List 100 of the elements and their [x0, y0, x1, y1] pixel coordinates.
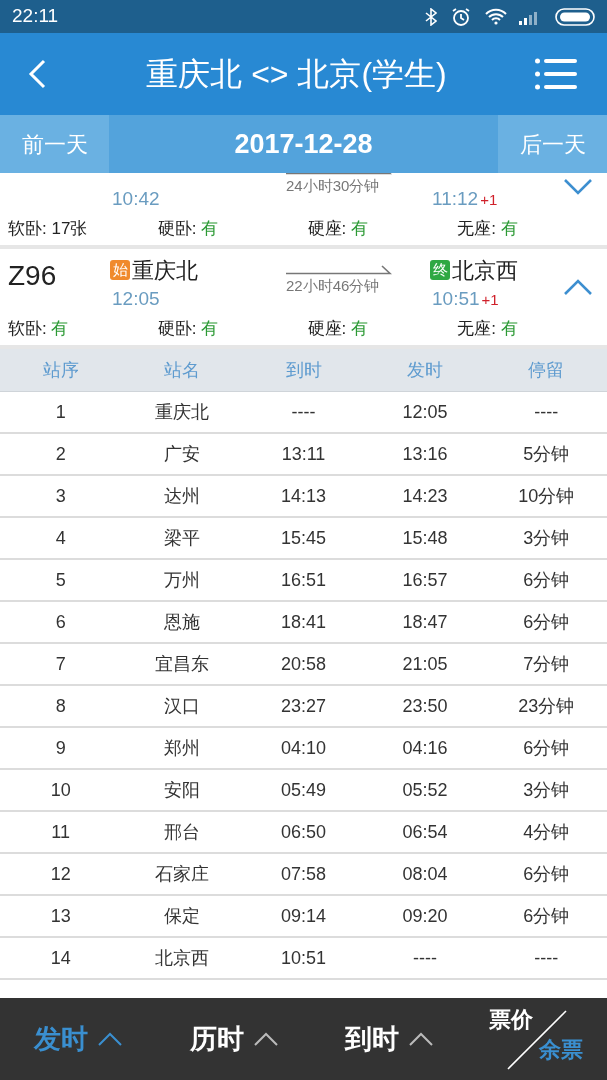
table-cell-text: 13:11	[281, 442, 326, 466]
seat-availability: 硬卧: 有	[157, 318, 220, 341]
table-cell-text: 11	[51, 820, 71, 844]
train-number: Z96	[8, 260, 57, 291]
seat-availability: 硬座: 有	[307, 318, 369, 341]
table-cell-text: 2	[55, 442, 66, 466]
station-name: 北京西	[452, 256, 518, 285]
departure-time: 12:05	[111, 287, 160, 311]
seat-availability: 软卧: 有	[8, 318, 70, 341]
table-cell-text: 3分钟	[523, 778, 570, 802]
day-offset: +1	[481, 290, 499, 310]
table-cell-text: 6分钟	[523, 568, 570, 592]
table-cell-text: 北京西	[155, 946, 210, 970]
table-cell-text: 09:20	[402, 904, 448, 928]
page-title: 重庆北 <> 北京(学生)	[145, 55, 448, 94]
table-cell-text: 10:51	[281, 946, 327, 970]
seat-availability: 无座: 有	[457, 218, 519, 241]
table-cell-text: 04:16	[402, 736, 448, 760]
seat-availability: 无座: 有	[457, 318, 519, 341]
table-cell-text: 21:05	[402, 652, 448, 676]
sort-option[interactable]: 余票	[539, 1036, 583, 1064]
table-cell-text: 16:51	[281, 568, 327, 592]
departure-time: 10:42	[111, 187, 160, 211]
chevron-up-icon	[253, 1032, 278, 1046]
table-cell-text: 09:14	[281, 904, 327, 928]
table-cell-text: 梁平	[164, 526, 201, 550]
table-cell-text: 14:23	[402, 484, 448, 508]
table-cell-text: 12:05	[402, 400, 448, 424]
travel-duration: 22小时46分钟	[286, 276, 380, 296]
table-cell-text: 06:50	[281, 820, 327, 844]
column-header: 停留	[528, 358, 565, 382]
table-cell-text: ----	[534, 400, 559, 424]
battery-icon	[555, 7, 595, 26]
column-header: 站序	[42, 358, 79, 382]
station-name: 重庆北	[132, 256, 198, 285]
table-cell-text: 8	[55, 694, 66, 718]
table-cell-text: 3分钟	[523, 526, 570, 550]
table-cell-text: 06:54	[402, 820, 448, 844]
table-cell-text: 6分钟	[523, 736, 570, 760]
table-cell-text: 04:10	[281, 736, 327, 760]
table-cell-text: 万州	[164, 568, 201, 592]
chevron-up-icon	[409, 1032, 434, 1046]
column-header: 到时	[285, 358, 322, 382]
table-cell-text: ----	[291, 400, 316, 424]
table-cell-text: 重庆北	[155, 400, 210, 424]
table-cell-text: 08:04	[402, 862, 448, 886]
status-time: 22:11	[12, 4, 59, 29]
arrival-time: 10:51	[432, 287, 480, 311]
table-cell-text: 4	[55, 526, 66, 550]
table-cell-text: 安阳	[164, 778, 201, 802]
back-icon	[28, 59, 46, 89]
sort-tab[interactable]: 发时	[0, 998, 156, 1080]
column-header: 站名	[164, 358, 201, 382]
table-cell-text: 12	[50, 862, 71, 886]
table-cell-text: 10分钟	[518, 484, 575, 508]
alarm-icon	[451, 6, 471, 27]
chevron-up-icon[interactable]	[564, 279, 592, 295]
origin-tag: 始	[110, 260, 130, 280]
table-cell-text: 23:27	[281, 694, 327, 718]
table-cell-text: 3	[55, 484, 66, 508]
table-cell-text: 18:47	[402, 610, 448, 634]
sort-option[interactable]: 票价	[489, 1006, 533, 1034]
travel-duration: 24小时30分钟	[286, 176, 380, 196]
table-cell-text: 10	[50, 778, 71, 802]
table-cell-text: 07:58	[281, 862, 327, 886]
date-label: 2017-12-28	[233, 127, 374, 161]
table-cell-text: 9	[55, 736, 66, 760]
table-cell-text: ----	[534, 946, 559, 970]
table-cell-text: 6分钟	[523, 862, 570, 886]
table-cell-text: 15:48	[402, 526, 448, 550]
table-cell-text: 4分钟	[523, 820, 570, 844]
table-cell-text: 20:58	[281, 652, 327, 676]
table-cell-text: 18:41	[281, 610, 327, 634]
table-cell-text: 7分钟	[523, 652, 570, 676]
table-cell-text: 6分钟	[523, 904, 570, 928]
sort-tab[interactable]: 历时	[155, 998, 312, 1080]
table-cell-text: 达州	[164, 484, 201, 508]
table-cell-text: 宜昌东	[155, 652, 210, 676]
chevron-down-icon[interactable]	[564, 179, 592, 195]
table-cell-text: 13	[50, 904, 71, 928]
table-cell-text: 14:13	[281, 484, 327, 508]
table-cell-text: 7	[55, 652, 66, 676]
arrival-time: 11:12	[432, 187, 479, 211]
chevron-up-icon	[97, 1032, 122, 1046]
terminal-tag: 终	[430, 260, 450, 280]
bluetooth-icon	[425, 7, 437, 26]
sort-tab[interactable]: 到时	[311, 998, 467, 1080]
table-cell-text: 邢台	[164, 820, 201, 844]
seat-availability: 硬座: 有	[307, 218, 369, 241]
table-cell-text: 05:52	[402, 778, 448, 802]
table-cell-text: 05:49	[281, 778, 327, 802]
day-offset: +1	[480, 190, 498, 210]
table-cell-text: 汉口	[164, 694, 201, 718]
train-card[interactable]: 10:42 24小时30分钟 11:12+1 软卧: 17张 硬卧: 有 硬座: 有 无座: 有	[0, 173, 607, 249]
wifi-icon	[485, 8, 507, 25]
table-cell-text: 23分钟	[518, 694, 575, 718]
table-cell-text: 6分钟	[523, 610, 570, 634]
seat-availability: 软卧: 17张	[8, 218, 89, 241]
table-cell-text: 15:45	[281, 526, 327, 550]
table-cell-text: 5分钟	[523, 442, 570, 466]
